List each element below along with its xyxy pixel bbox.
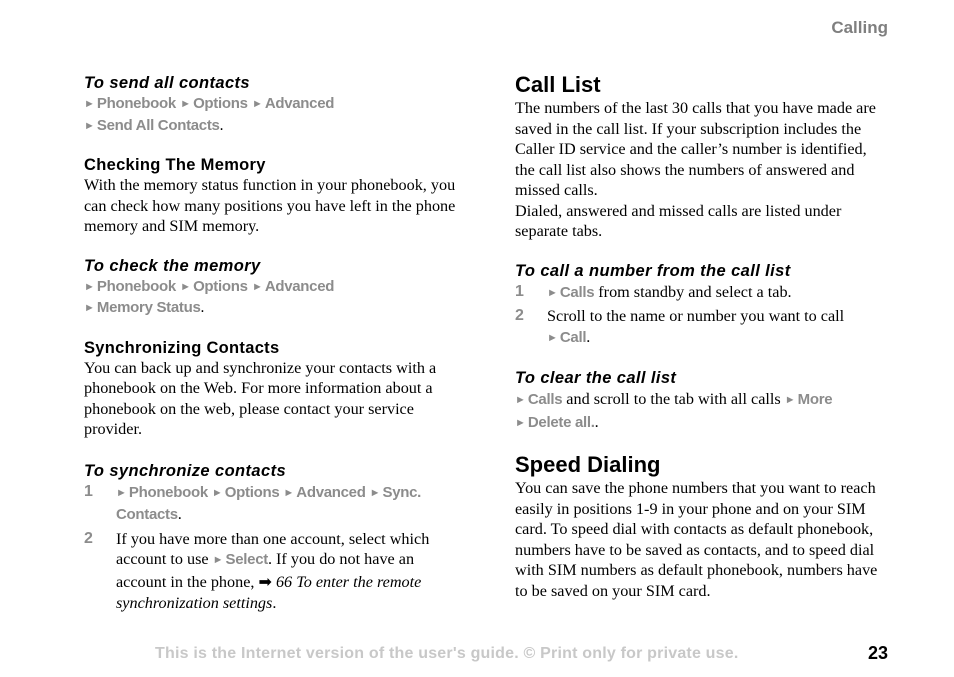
period: .: [594, 412, 599, 431]
menu-arrow-icon: ►: [211, 486, 223, 499]
checking-memory-body: With the memory status function in your …: [84, 176, 456, 235]
step-number: 2: [515, 307, 524, 324]
step-2: 2 Scroll to the name or number you want …: [515, 306, 887, 349]
menu-arrow-icon: ►: [369, 486, 381, 499]
send-all-heading: To send all contacts: [84, 74, 251, 92]
menu-arrow-icon: ►: [180, 98, 192, 110]
step-1: 1 ► Calls from standby and select a tab.: [515, 282, 887, 305]
instruction-text: and scroll to the tab with all calls: [562, 390, 785, 408]
menu-arrow-icon: ►: [784, 394, 796, 406]
menu-item: Sync.: [382, 483, 422, 501]
menu-arrow-icon: ►: [283, 486, 295, 499]
menu-item: Options: [193, 277, 248, 295]
page-number: 23: [867, 643, 888, 663]
footer-notice: This is the Internet version of the user…: [155, 645, 739, 662]
period: .: [586, 327, 591, 346]
menu-item: Advanced: [264, 277, 335, 295]
menu-arrow-icon: ►: [84, 119, 95, 132]
reference-arrow-icon: ➡: [258, 573, 272, 591]
menu-arrow-icon: ►: [547, 286, 558, 299]
menu-arrow-icon: ►: [180, 280, 192, 293]
call-number-section: To call a number from the call list 1 ► C…: [515, 260, 887, 350]
menu-path: ► Send All Contacts.: [84, 116, 456, 138]
check-memory-section: To check the memory ► Phonebook ► Options …: [84, 255, 456, 320]
menu-item: Send All Contacts: [96, 116, 220, 134]
menu-path: ► Phonebook ► Options ► Advanced: [84, 94, 456, 116]
clear-call-list-section: To clear the call list ► Calls and scroll…: [515, 367, 887, 434]
menu-item: Phonebook: [128, 483, 208, 501]
step-text: ► Phonebook ► Options ► Advanced ► Sync. Cont…: [116, 482, 456, 526]
menu-arrow-icon: ►: [251, 98, 263, 110]
to-synchronize-section: To synchronize contacts 1 ► Phonebook ► Op…: [84, 460, 456, 614]
menu-item: Calls: [559, 283, 595, 301]
synchronizing-body: You can back up and synchronize your con…: [84, 358, 437, 439]
synchronizing-section: Synchronizing Contacts You can back up a…: [84, 338, 456, 440]
menu-arrow-icon: ►: [251, 280, 263, 293]
menu-item: More: [797, 391, 833, 408]
checking-memory-heading: Checking The Memory: [84, 156, 266, 174]
step-1: 1 ► Phonebook ► Options ► Advanced ► Sync. Co…: [84, 482, 456, 526]
right-column: Call List The numbers of the last 30 cal…: [515, 72, 887, 601]
step-text-part: Scroll to the name or number you want to…: [547, 307, 845, 325]
menu-arrow-icon: ►: [116, 486, 127, 499]
step-number: 1: [84, 482, 93, 500]
period: .: [272, 594, 277, 612]
menu-arrow-icon: ►: [84, 98, 95, 110]
step-text: If you have more than one account, selec…: [116, 529, 456, 614]
period: .: [177, 505, 182, 523]
menu-item: Options: [224, 483, 280, 501]
menu-item: Call: [559, 328, 587, 346]
speed-dialing-heading: Speed Dialing: [515, 452, 661, 477]
period: .: [219, 116, 224, 134]
menu-item: Phonebook: [96, 95, 176, 112]
speed-dialing-body: You can save the phone numbers that you …: [515, 479, 878, 600]
menu-item: Options: [193, 95, 248, 112]
step-text: Scroll to the name or number you want to…: [547, 306, 887, 349]
menu-item: Phonebook: [96, 277, 176, 295]
menu-item: Advanced: [264, 95, 335, 112]
clear-call-list-instructions: ► Calls and scroll to the tab with all ca…: [515, 389, 887, 434]
period: .: [200, 299, 205, 316]
step-2: 2 If you have more than one account, sel…: [84, 529, 456, 614]
call-list-heading: Call List: [515, 72, 601, 97]
speed-dialing-section: Speed Dialing You can save the phone num…: [515, 452, 887, 601]
menu-item: Contacts: [116, 506, 178, 523]
to-synchronize-heading: To synchronize contacts: [84, 461, 287, 480]
menu-item: Select: [225, 551, 269, 568]
call-list-body: The numbers of the last 30 calls that yo…: [515, 99, 876, 199]
step-text-part: from standby and select a tab.: [594, 282, 792, 301]
menu-arrow-icon: ►: [547, 331, 558, 344]
menu-path: ► Memory Status.: [84, 298, 456, 320]
menu-arrow-icon: ►: [84, 280, 95, 293]
call-number-heading: To call a number from the call list: [515, 261, 791, 280]
step-number: 2: [84, 529, 93, 547]
menu-arrow-icon: ►: [212, 554, 224, 566]
checking-memory-section: Checking The Memory With the memory stat…: [84, 155, 456, 237]
check-memory-heading: To check the memory: [84, 256, 261, 275]
call-list-section: Call List The numbers of the last 30 cal…: [515, 72, 887, 242]
menu-item: Advanced: [296, 483, 366, 501]
menu-arrow-icon: ►: [515, 416, 526, 429]
menu-item: Calls: [527, 391, 563, 408]
menu-arrow-icon: ►: [84, 302, 95, 314]
left-column: To send all contacts ► Phonebook ► Options…: [84, 72, 456, 614]
reference-page: 66: [275, 572, 293, 591]
menu-path: ► Phonebook ► Options ► Advanced: [84, 277, 456, 299]
menu-arrow-icon: ►: [515, 394, 526, 406]
synchronizing-heading: Synchronizing Contacts: [84, 338, 280, 357]
menu-item: Memory Status: [96, 299, 201, 316]
menu-item: Delete all.: [527, 413, 595, 431]
send-all-contacts-section: To send all contacts ► Phonebook ► Options…: [84, 72, 456, 137]
step-number: 1: [515, 282, 524, 300]
running-head: Calling: [831, 18, 888, 37]
step-text: ► Calls from standby and select a tab.: [547, 282, 887, 305]
clear-call-list-heading: To clear the call list: [515, 369, 677, 387]
call-list-tabs-note: Dialed, answered and missed calls are li…: [515, 201, 842, 241]
